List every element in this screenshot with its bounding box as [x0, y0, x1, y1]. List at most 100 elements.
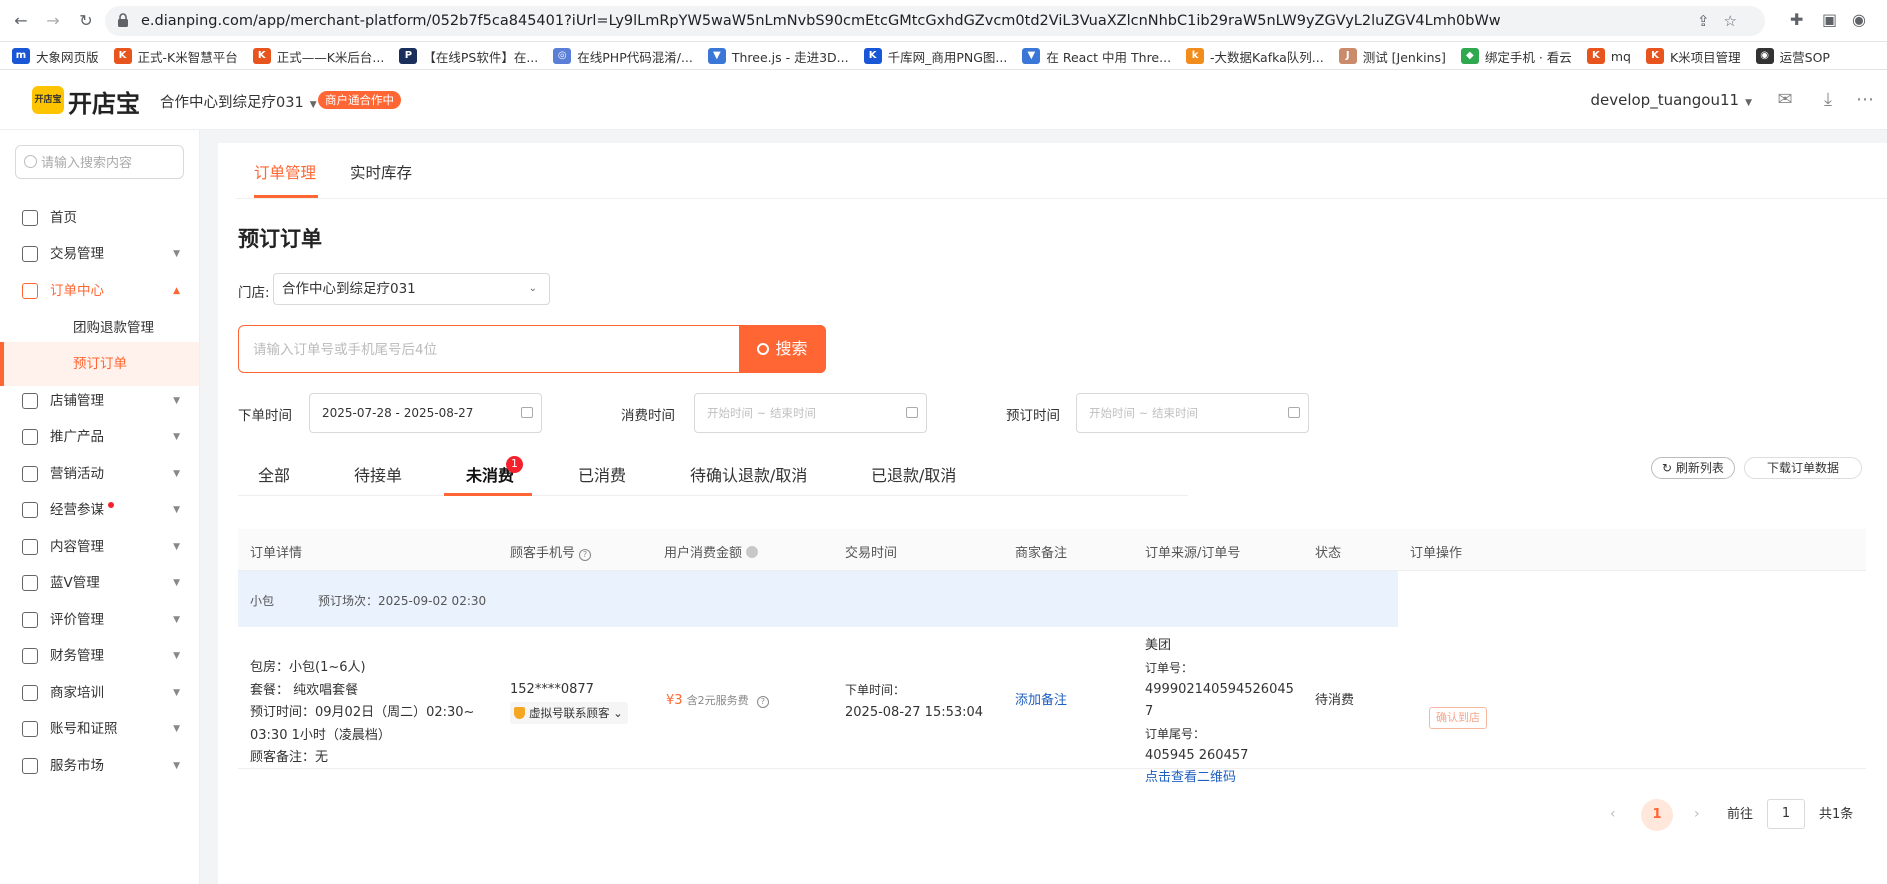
goto-page-input[interactable]: 1 [1767, 799, 1805, 829]
refresh-icon: ↻ [1662, 461, 1676, 475]
forward-arrow-icon[interactable]: → [42, 10, 64, 32]
address-bar[interactable]: e.dianping.com/app/merchant-platform/052… [105, 6, 1765, 36]
bookmark-item[interactable]: k -大数据Kafka队列... [1186, 42, 1324, 69]
th-customer-phone-label: 顾客手机号 [510, 546, 576, 561]
share-icon[interactable]: ⇪ [1697, 12, 1724, 30]
bookmark-label: K米项目管理 [1669, 49, 1741, 65]
detail-booking-time: 预订时间：09月02日（周二）02:30~ [250, 705, 475, 720]
tab-realtime-inventory[interactable]: 实时库存 [350, 161, 412, 183]
unconsumed-count-badge: 1 [506, 456, 523, 473]
bookmark-label: mq [1610, 48, 1631, 64]
star-icon[interactable]: ☆ [1724, 12, 1751, 30]
sidebar-search-input[interactable] [41, 153, 176, 173]
customer-phone: 152****0877 虚拟号联系顾客 ⌄ [510, 679, 628, 725]
profile-icon[interactable]: ◉ [1852, 10, 1866, 29]
download-icon[interactable]: ⤓ [1817, 90, 1839, 110]
order-detail: 包房：小包(1~6人) 套餐： 纯欢唱套餐 预订时间：09月02日（周二）02:… [250, 657, 474, 770]
logo-text: 开店宝 [68, 90, 140, 118]
help-icon[interactable]: ? [579, 549, 592, 561]
th-status: 状态 [1315, 546, 1342, 561]
sidebar-item-service-market[interactable]: 服务市场 ▼ [0, 744, 199, 788]
sidebar-search[interactable] [15, 145, 184, 179]
app-header: 开店宝 开店宝 合作中心到综足疗031 ▼ 商户通合作中 develop_tuan… [0, 70, 1887, 130]
status-tab-all[interactable]: 全部 [258, 462, 290, 486]
reload-icon[interactable]: ↻ [75, 10, 97, 32]
bookmark-favicon-icon: P [399, 48, 418, 64]
add-remark-link[interactable]: 添加备注 [1015, 690, 1067, 713]
bookmark-favicon-icon: k [1186, 48, 1205, 64]
logo-icon: 开店宝 [32, 86, 64, 114]
order-time-picker[interactable]: 2025-07-28 - 2025-08-27 [309, 393, 542, 433]
bookmark-label: 绑定手机 · 看云 [1484, 49, 1572, 65]
prev-page-icon[interactable]: ‹ [1610, 806, 1616, 822]
help-icon[interactable]: ? [756, 696, 769, 708]
store-filter-select[interactable]: 合作中心到综足疗031 ⌄ [273, 273, 550, 305]
bookmark-favicon-icon: m [12, 48, 30, 64]
trade-time: 下单时间： 2025-08-27 15:53:04 [845, 679, 983, 724]
more-icon[interactable]: ⋯ [1854, 90, 1876, 110]
back-arrow-icon[interactable]: ← [10, 10, 32, 32]
status-tab-consumed[interactable]: 已消费 [578, 462, 626, 486]
tab-order-management[interactable]: 订单管理 [254, 161, 316, 183]
bookmark-item[interactable]: J 测试 [Jenkins] [1338, 42, 1446, 69]
consume-time-picker[interactable]: 开始时间 ~ 结束时间 [694, 393, 927, 433]
consume-time-placeholder: 开始时间 ~ 结束时间 [707, 406, 816, 420]
order-search-input[interactable] [253, 338, 653, 362]
user-menu[interactable]: develop_tuangou11 ▼ [1590, 91, 1752, 109]
bookmark-favicon-icon: ▼ [1022, 48, 1041, 64]
download-data-button[interactable]: 下载订单数据 [1744, 457, 1863, 479]
group-session: 预订场次：2025-09-02 02:30 [318, 594, 487, 608]
account-icon [22, 721, 38, 737]
th-amount-label: 用户消费金额 [664, 546, 743, 561]
training-icon [22, 685, 38, 701]
th-actions: 订单操作 [1410, 546, 1463, 561]
status-tab-refunded[interactable]: 已退款/取消 [871, 462, 956, 486]
confirm-arrival-button[interactable]: 确认到店 [1429, 707, 1487, 729]
chevron-down-icon: ⌄ [609, 705, 623, 720]
sidepanel-icon[interactable]: ▣ [1822, 10, 1837, 29]
bookmark-item[interactable]: ◆ 绑定手机 · 看云 [1460, 42, 1572, 69]
page-1-button[interactable]: 1 [1641, 799, 1673, 831]
consume-time-label: 消费时间 [621, 408, 675, 424]
caret-down-icon: ▼ [1745, 98, 1752, 108]
bookmark-label: 测试 [Jenkins] [1362, 49, 1446, 65]
store-switcher[interactable]: 合作中心到综足疗031 ▼ [160, 91, 317, 112]
bookmark-item[interactable]: ◉ 运营SOP [1755, 42, 1830, 69]
bookmark-item[interactable]: K 千库网_商用PNG图... [863, 42, 1007, 69]
search-button[interactable]: 搜索 [739, 325, 826, 373]
bookmark-item[interactable]: K 正式——K米后台... [252, 42, 384, 69]
bookmark-item[interactable]: ▼ 在 React 中用 Thre... [1022, 42, 1171, 69]
info-icon[interactable] [746, 546, 759, 558]
extensions-icon[interactable]: ✚ [1790, 10, 1803, 29]
status-tab-pending-accept[interactable]: 待接单 [354, 462, 402, 486]
status-tab-pending-refund[interactable]: 待确认退款/取消 [690, 462, 807, 486]
url-actions: ⇪☆ [1697, 12, 1751, 30]
bookmark-favicon-icon: K [252, 48, 271, 64]
order-source: 美团 订单号： 499902140594526045 7 订单尾号： 40594… [1145, 635, 1294, 789]
chevron-down-icon: ⌄ [528, 283, 537, 294]
bookmark-item[interactable]: ◎ 在线PHP代码混淆/... [553, 42, 693, 69]
consume-amount: ¥3 含2元服务费 ? [666, 690, 769, 713]
view-qrcode-link[interactable]: 点击查看二维码 [1145, 767, 1294, 789]
status-tabs: 全部 待接单 未消费 1 已消费 待确认退款/取消 已退款/取消 [218, 446, 1869, 496]
order-no-label: 订单号： [1145, 661, 1194, 675]
bookmark-item[interactable]: m 大象网页版 [12, 42, 99, 69]
message-icon[interactable]: ✉ [1774, 90, 1796, 110]
bookmark-favicon-icon: K [113, 48, 132, 64]
store-switcher-label: 合作中心到综足疗031 [160, 95, 304, 111]
refresh-list-button[interactable]: ↻ 刷新列表 [1651, 457, 1735, 479]
total-count: 共1条 [1819, 807, 1854, 822]
calendar-icon [521, 407, 533, 418]
bookmark-item[interactable]: K K米项目管理 [1645, 42, 1741, 69]
bookmark-item[interactable]: Kmq [1586, 42, 1631, 69]
bookmark-item[interactable]: P 【在线PS软件】在... [399, 42, 538, 69]
bookmark-item[interactable]: K 正式-K米智慧平台 [113, 42, 238, 69]
home-icon [22, 210, 38, 226]
virtual-number-button[interactable]: 虚拟号联系顾客 ⌄ [510, 701, 628, 724]
username: develop_tuangou11 [1590, 91, 1740, 109]
booking-time-picker[interactable]: 开始时间 ~ 结束时间 [1076, 393, 1309, 433]
tab-divider [238, 495, 1188, 496]
bookmark-item[interactable]: ▼ Three.js - 走进3D... [707, 42, 849, 69]
next-page-icon[interactable]: › [1694, 806, 1700, 822]
marketing-icon [22, 466, 38, 482]
